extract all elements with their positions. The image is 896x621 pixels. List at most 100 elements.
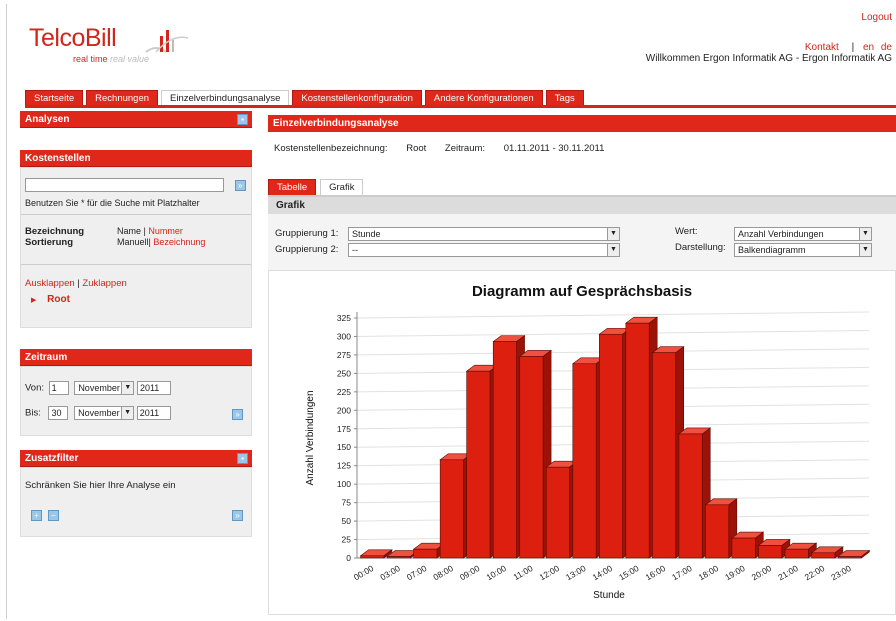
y-axis-label: Anzahl Verbindungen	[305, 390, 316, 485]
tree-root[interactable]: Root	[47, 294, 70, 305]
nav-tab[interactable]: Kostenstellenkonfiguration	[292, 90, 422, 106]
von-month-select[interactable]: November ▼	[74, 381, 135, 395]
bar-chart: Diagramm auf Gesprächsbasis 0 25 50 75 100 125…	[305, 283, 871, 601]
logout-link[interactable]: Logout	[646, 12, 892, 23]
bar	[758, 545, 783, 559]
x-tick-label: 15:00	[617, 563, 641, 582]
logo-tagline: real time real value	[73, 54, 150, 64]
wert-label: Wert:	[675, 226, 698, 237]
logo-text: TelcoBill	[29, 24, 117, 52]
bar	[784, 548, 809, 559]
view-tab[interactable]: Tabelle	[268, 179, 317, 196]
search-hint: Benutzen Sie * für die Suche mit Platzha…	[25, 198, 200, 208]
zusatzfilter-header[interactable]: Zusatzfilter ▪	[20, 450, 252, 467]
bar	[625, 322, 650, 559]
bis-label: Bis:	[25, 407, 41, 419]
gruppierung2-label: Gruppierung 2:	[275, 244, 339, 255]
header-separator: |	[851, 42, 855, 53]
bis-year-input[interactable]: 2011	[136, 406, 171, 420]
von-label: Von:	[25, 382, 45, 394]
nav-tab[interactable]: Andere Konfigurationen	[424, 90, 543, 106]
contact-link[interactable]: Kontakt	[805, 42, 839, 53]
lang-en-link[interactable]: en	[863, 42, 874, 53]
nav-tab[interactable]: Rechnungen	[86, 90, 159, 106]
x-tick-label: 12:00	[538, 563, 562, 582]
bar	[652, 352, 677, 559]
lang-de-link[interactable]: de	[881, 42, 892, 53]
x-tick-label: 19:00	[723, 563, 747, 582]
bar	[837, 556, 862, 559]
kostenstellen-panel: » Benutzen Sie * für die Suche mit Platz…	[20, 167, 252, 328]
remove-filter-icon[interactable]: −	[48, 510, 59, 521]
zeitraum-value: 01.11.2011 - 30.11.2011	[503, 143, 605, 154]
von-day-input[interactable]: 1	[48, 381, 69, 395]
apply-date-icon[interactable]: »	[232, 409, 243, 420]
x-tick-label: 09:00	[458, 563, 482, 582]
collapse-icon[interactable]: ▪	[237, 453, 248, 464]
search-icon[interactable]: »	[234, 179, 246, 191]
y-tick-label: 150	[337, 442, 351, 452]
kst-info: Kostenstellenbezeichnung: Root Zeitraum:…	[274, 143, 604, 154]
gridline	[356, 311, 870, 319]
zuklappen-link[interactable]: Zuklappen	[82, 278, 126, 289]
ausklappen-link[interactable]: Ausklappen	[25, 278, 75, 289]
chevron-down-icon: ▼	[607, 228, 619, 240]
gruppierung2-select[interactable]: -- ▼	[348, 243, 620, 257]
apply-filter-icon[interactable]: »	[232, 510, 243, 521]
zeitraum-header: Zeitraum	[20, 349, 252, 366]
chevron-down-icon: ▼	[859, 228, 871, 240]
bar	[492, 341, 517, 559]
divider	[21, 214, 251, 215]
divider	[21, 264, 251, 265]
link-sep: |	[77, 278, 80, 289]
wert-select[interactable]: Anzahl Verbindungen ▼	[734, 227, 872, 241]
analysen-header[interactable]: Analysen ▪	[20, 111, 252, 128]
add-filter-icon[interactable]: +	[31, 510, 42, 521]
kst-value: Root	[406, 143, 427, 154]
zusatzfilter-text: Schränken Sie hier Ihre Analyse ein	[25, 480, 176, 491]
y-tick-label: 225	[337, 387, 351, 397]
y-tick-label: 50	[342, 516, 352, 526]
x-tick-label: 23:00	[829, 563, 853, 582]
logo-bars-icon	[145, 30, 189, 53]
bezeichnung-name[interactable]: Name	[117, 226, 141, 236]
bar	[599, 333, 623, 559]
welcome-text: Willkommen Ergon Informatik AG - Ergon I…	[645, 53, 892, 64]
kostenstellen-search-input[interactable]	[25, 178, 224, 192]
x-tick-label: 08:00	[431, 563, 455, 582]
sortierung-bezeichnung[interactable]: Bezeichnung	[153, 237, 205, 247]
bis-day-input[interactable]: 30	[48, 406, 69, 420]
x-tick-label: 13:00	[564, 563, 588, 582]
x-tick-label: 16:00	[644, 563, 668, 582]
y-tick-label: 300	[337, 331, 351, 341]
collapse-icon[interactable]: ▪	[237, 114, 248, 125]
gruppierung1-select[interactable]: Stunde ▼	[348, 227, 620, 241]
y-tick-label: 325	[337, 313, 351, 323]
x-tick-label: 17:00	[670, 563, 694, 582]
chart-title: Diagramm auf Gesprächsbasis	[472, 283, 692, 300]
x-tick-label: 07:00	[405, 563, 429, 582]
bar	[413, 548, 438, 559]
bar	[705, 504, 730, 559]
x-tick-label: 21:00	[776, 563, 800, 582]
view-tab[interactable]: Grafik	[320, 179, 364, 196]
bar	[439, 459, 464, 559]
bar	[678, 433, 703, 559]
bezeichnung-nummer[interactable]: Nummer	[148, 226, 183, 236]
nav-tab[interactable]: Tags	[545, 90, 584, 106]
view-tabs: Tabelle Grafik	[268, 179, 364, 196]
app-frame: TelcoBill real time real value Logout Ko…	[6, 4, 896, 619]
y-tick-label: 25	[342, 535, 352, 545]
tree-expand-icon[interactable]: ▶	[31, 297, 36, 304]
von-year-input[interactable]: 2011	[136, 381, 171, 395]
bar	[386, 556, 411, 559]
darstellung-label: Darstellung:	[675, 242, 726, 253]
main-title: Einzelverbindungsanalyse	[268, 115, 896, 132]
sortierung-manuell[interactable]: Manuell	[117, 237, 149, 247]
bis-month-select[interactable]: November ▼	[74, 406, 135, 420]
main-nav: Startseite Rechnungen Einzelverbindungsana…	[25, 90, 584, 106]
darstellung-select[interactable]: Balkendiagramm ▼	[734, 243, 872, 257]
nav-tab[interactable]: Startseite	[25, 90, 84, 106]
bar	[572, 363, 597, 559]
nav-tab[interactable]: Einzelverbindungsanalyse	[161, 90, 290, 106]
